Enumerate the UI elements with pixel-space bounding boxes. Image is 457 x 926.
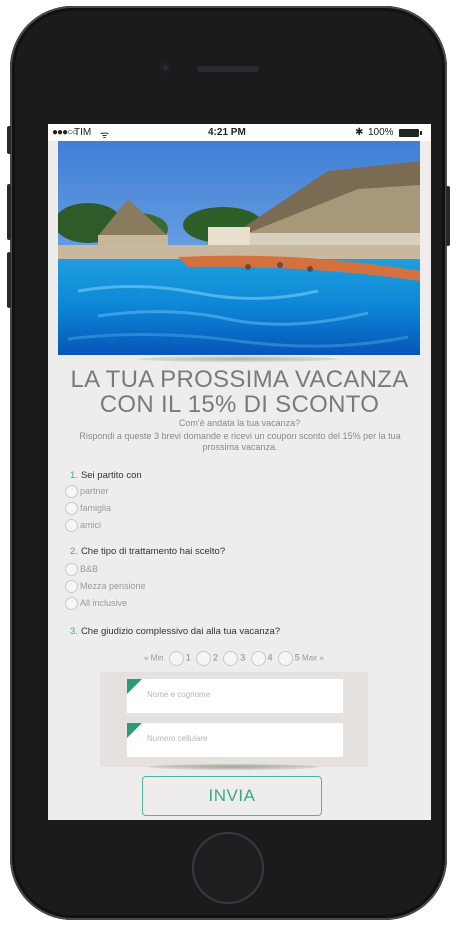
phone-field[interactable]: Numero cellulare	[126, 722, 344, 758]
survey-description: Rispondi a queste 3 brevi domande e rice…	[79, 431, 401, 452]
option-famiglia[interactable]: famiglia	[65, 502, 111, 515]
bluetooth-icon: ✱	[355, 127, 364, 138]
rating-value-5: 5	[294, 652, 300, 663]
name-field[interactable]: Nome e cognome	[126, 678, 344, 714]
question-1-number: 1.	[70, 470, 78, 481]
carrier-name: TIM	[74, 127, 92, 138]
rating-radio-4[interactable]	[250, 651, 266, 666]
question-1-text: Sei partito con	[80, 470, 142, 481]
rating-value-1: 1	[185, 652, 191, 663]
rating-radio-1[interactable]	[168, 651, 184, 666]
survey-subtitle: Com'è andata la tua vacanza?	[178, 418, 301, 428]
radio-bb[interactable]	[65, 563, 78, 576]
home-button[interactable]	[192, 832, 264, 904]
mute-switch	[7, 126, 11, 154]
question-1: 1. Sei partito con	[70, 470, 142, 481]
power-button	[446, 186, 450, 246]
option-mezza-pensione-label: Mezza pensione	[80, 580, 146, 591]
photo-shadow	[138, 356, 338, 362]
rating-radio-2[interactable]	[196, 651, 212, 666]
question-3-number: 3.	[70, 626, 78, 637]
headline-line-2: CON IL 15% DI SCONTO	[99, 391, 380, 418]
option-bb-label: B&B	[80, 563, 99, 574]
rating-value-4: 4	[267, 652, 273, 663]
rating-max-label: Max »	[302, 653, 324, 663]
volume-up-button	[7, 184, 11, 240]
rating-radio-3[interactable]	[223, 651, 239, 666]
option-partner-label: partner	[80, 485, 109, 496]
battery-icon	[399, 129, 422, 137]
option-all-inclusive-label: All inclusive	[80, 597, 128, 608]
phone-placeholder: Numero cellulare	[147, 734, 208, 743]
status-time: 4:21 PM	[208, 127, 246, 138]
option-mezza-pensione[interactable]: Mezza pensione	[65, 580, 146, 593]
option-all-inclusive[interactable]: All inclusive	[65, 597, 127, 610]
option-amici[interactable]: amici	[65, 519, 101, 532]
phone-screen: ●●●○○ TIM ᯤ 4:21 PM ✱ 100% LA TUA PROSSI…	[48, 124, 431, 820]
radio-all-inclusive[interactable]	[65, 597, 78, 610]
rating-value-2: 2	[213, 652, 219, 663]
status-bar: ●●●○○ TIM ᯤ 4:21 PM ✱ 100%	[48, 124, 431, 141]
form-shadow	[148, 764, 318, 770]
option-amici-label: amici	[80, 519, 102, 530]
earpiece-speaker	[197, 66, 259, 72]
volume-down-button	[7, 252, 11, 308]
radio-famiglia[interactable]	[65, 502, 78, 515]
name-placeholder: Nome e cognome	[147, 690, 211, 699]
battery-percent: 100%	[368, 127, 394, 138]
front-camera	[160, 62, 171, 73]
rating-value-3: 3	[240, 652, 246, 663]
rating-radio-5[interactable]	[277, 651, 293, 666]
question-3: 3. Che giudizio complessivo dai alla tua …	[70, 626, 280, 637]
submit-button[interactable]: INVIA	[142, 776, 322, 816]
headline-line-1: LA TUA PROSSIMA VACANZA	[70, 366, 409, 393]
rating-scale: « Min 1 2 3 4 5 Max »	[144, 651, 324, 666]
field-marker-icon	[127, 679, 142, 694]
question-2-text: Che tipo di trattamento hai scelto?	[80, 546, 226, 557]
field-marker-icon	[127, 723, 142, 738]
rating-min-label: « Min	[144, 653, 164, 663]
question-2-number: 2.	[70, 546, 78, 557]
wifi-icon: ᯤ	[100, 130, 110, 141]
resort-pool-photo	[58, 141, 420, 355]
radio-partner[interactable]	[65, 485, 78, 498]
contact-form: Nome e cognome Numero cellulare	[100, 672, 368, 767]
question-3-text: Che giudizio complessivo dai alla tua va…	[80, 626, 281, 637]
option-bb[interactable]: B&B	[65, 563, 98, 576]
option-partner[interactable]: partner	[65, 485, 109, 498]
radio-mezza-pensione[interactable]	[65, 580, 78, 593]
radio-amici[interactable]	[65, 519, 78, 532]
question-2: 2. Che tipo di trattamento hai scelto?	[70, 546, 225, 557]
option-famiglia-label: famiglia	[80, 502, 112, 513]
